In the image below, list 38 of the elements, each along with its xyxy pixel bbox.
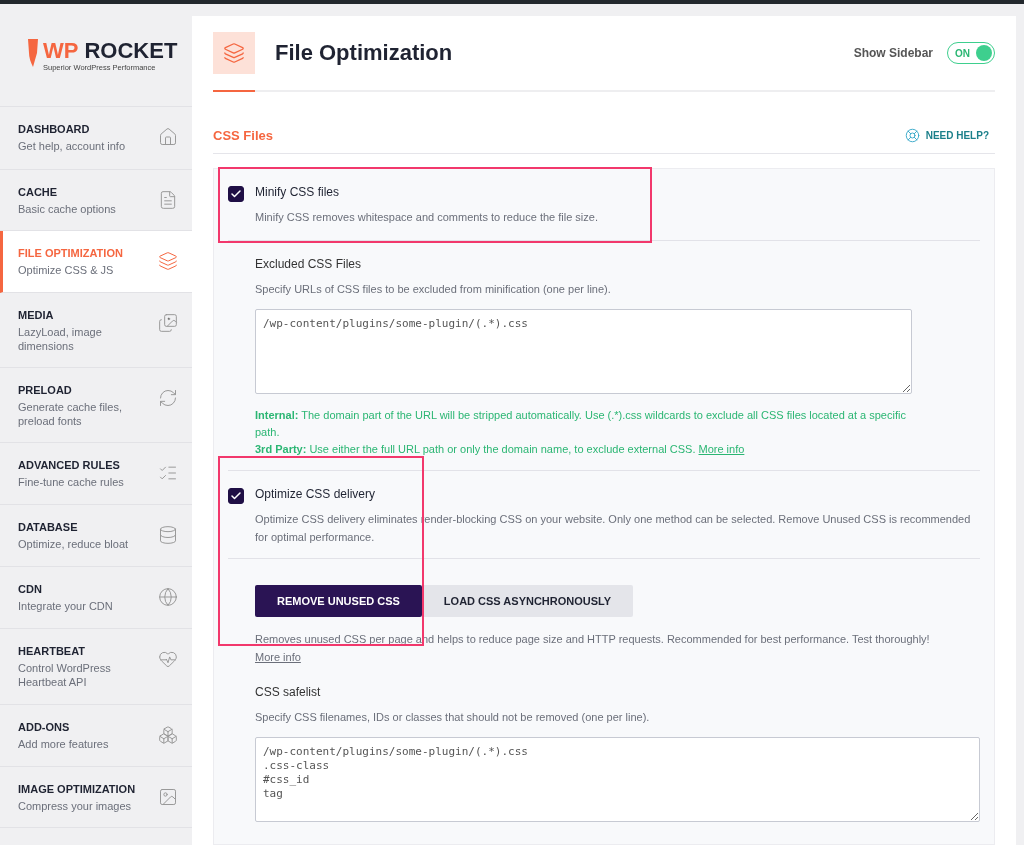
layers-icon bbox=[158, 251, 178, 271]
field-label: CSS safelist bbox=[255, 685, 322, 699]
css-safelist-field[interactable]: /wp-content/plugins/some-plugin/(.*).css .css-class #css_id tag bbox=[255, 737, 980, 822]
more-info-link[interactable]: More info bbox=[255, 651, 301, 663]
rocket-flame-icon bbox=[27, 38, 39, 67]
field-label: Excluded CSS Files bbox=[255, 257, 363, 271]
help-note: Internal: The domain part of the URL will be stripped automatically. Use (.*).css wildcards to exclude all CSS files located at a specific path. bbox=[255, 408, 907, 440]
method-button[interactable]: LOAD CSS ASYNCHRONOUSLY bbox=[421, 585, 634, 617]
document-icon bbox=[158, 190, 178, 210]
image-icon bbox=[158, 787, 178, 807]
field-description: Specify CSS filenames, IDs or classes that should not be removed (one per line). bbox=[255, 710, 651, 725]
option-label: Optimize CSS delivery bbox=[255, 487, 377, 501]
heart-pulse-icon bbox=[158, 649, 178, 669]
checkmark-icon bbox=[230, 188, 242, 200]
page-title: File Optimization bbox=[275, 40, 453, 66]
option-label: Minify CSS files bbox=[255, 185, 341, 199]
need-help-link[interactable]: NEED HELP? bbox=[904, 128, 995, 143]
checkbox[interactable] bbox=[228, 488, 244, 504]
section-title: CSS Files bbox=[213, 128, 273, 143]
logo-text: WP bbox=[43, 38, 79, 63]
home-icon bbox=[158, 127, 178, 147]
excluded-css-field[interactable]: /wp-content/plugins/some-plugin/(.*).css bbox=[255, 309, 912, 394]
images-icon bbox=[158, 313, 178, 333]
checkbox[interactable] bbox=[228, 186, 244, 202]
lifebuoy-icon bbox=[904, 128, 920, 143]
refresh-icon bbox=[158, 388, 178, 408]
method-button[interactable]: REMOVE UNUSED CSS bbox=[255, 585, 422, 617]
logo-text: ROCKET bbox=[84, 38, 178, 63]
boxes-icon bbox=[158, 725, 178, 745]
checkmark-icon bbox=[230, 490, 242, 502]
toggle-label: Show Sidebar bbox=[853, 46, 933, 60]
database-icon bbox=[158, 525, 178, 545]
help-note: 3rd Party: Use either the full URL path or only the domain name, to exclude external CSS. More info bbox=[255, 442, 746, 457]
layers-icon bbox=[213, 32, 255, 74]
globe-icon bbox=[158, 587, 178, 607]
sidebar-item[interactable]: FILE OPTIMIZATION Optimize CSS & JS bbox=[0, 231, 192, 293]
option-description: Minify CSS removes whitespace and comments to reduce the file size. bbox=[255, 210, 599, 225]
field-description: Specify URLs of CSS files to be excluded from minification (one per line). bbox=[255, 282, 612, 297]
